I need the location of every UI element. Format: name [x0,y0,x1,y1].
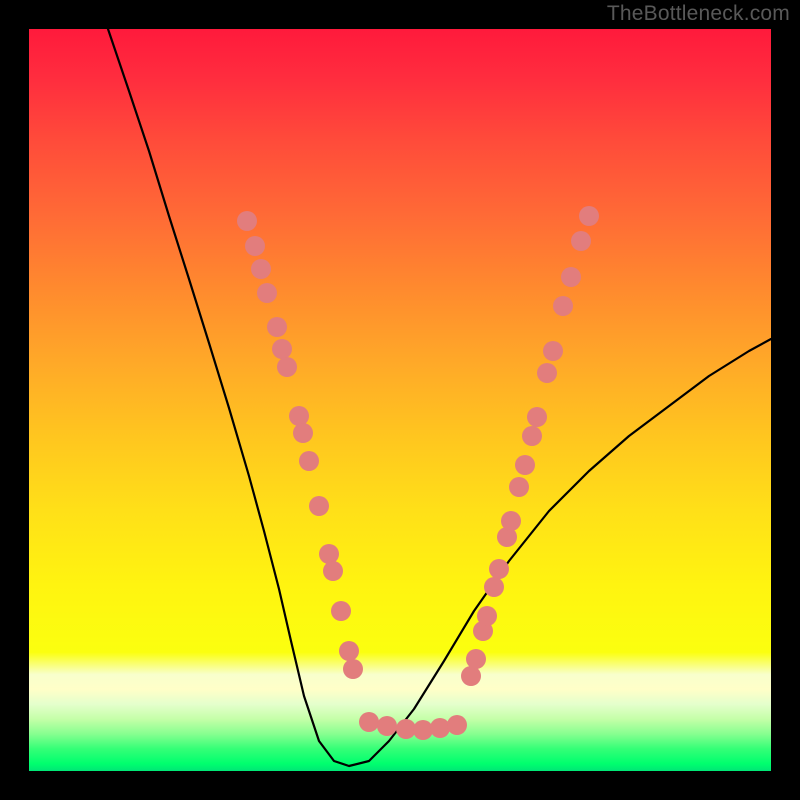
marker-left-cluster [272,339,292,359]
marker-right-cluster [477,606,497,626]
marker-bottom-cluster [396,719,416,739]
marker-right-cluster [461,666,481,686]
marker-right-cluster [579,206,599,226]
marker-bottom-cluster [359,712,379,732]
marker-right-cluster [537,363,557,383]
marker-right-cluster [561,267,581,287]
marker-right-cluster [571,231,591,251]
marker-right-cluster [553,296,573,316]
chart-canvas [29,29,771,771]
marker-left-cluster [257,283,277,303]
marker-bottom-cluster [377,716,397,736]
marker-left-cluster [309,496,329,516]
marker-left-cluster [299,451,319,471]
marker-right-cluster [484,577,504,597]
marker-left-cluster [339,641,359,661]
marker-left-cluster [331,601,351,621]
marker-right-cluster [489,559,509,579]
marker-left-cluster [237,211,257,231]
marker-bottom-cluster [447,715,467,735]
marker-left-cluster [289,406,309,426]
marker-right-cluster [509,477,529,497]
marker-right-cluster [527,407,547,427]
marker-left-cluster [251,259,271,279]
marker-right-cluster [522,426,542,446]
marker-right-cluster [543,341,563,361]
marker-left-cluster [277,357,297,377]
marker-right-cluster [501,511,521,531]
chart-plot-area [29,29,771,771]
marker-left-cluster [267,317,287,337]
marker-right-cluster [466,649,486,669]
marker-left-cluster [343,659,363,679]
marker-left-cluster [323,561,343,581]
marker-right-cluster [515,455,535,475]
marker-left-cluster [319,544,339,564]
marker-left-cluster [245,236,265,256]
marker-left-cluster [293,423,313,443]
marker-bottom-cluster [430,718,450,738]
watermark-text: TheBottleneck.com [607,2,790,26]
curve-bottleneck-curve [108,29,771,766]
marker-bottom-cluster [413,720,433,740]
